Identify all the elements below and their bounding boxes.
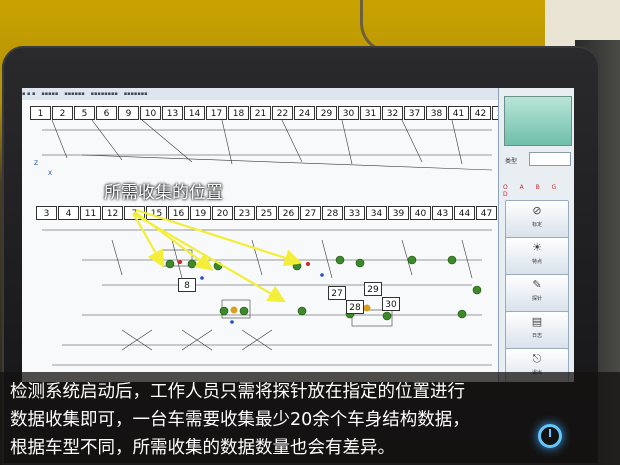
photo-scene: ▪ ▪ ▪ ▪▪▪▪▪ ▪▪▪▪▪▪ ▪▪▪▪▪▪▪▪ ▪▪▪▪▪▪▪ 1 2 5 6 9 10 1… [0,0,620,465]
caption-line-1: 检测系统启动后，工作人员只需将探针放在指定的位置进行 [10,382,465,402]
power-button-icon [538,424,562,448]
caption-overlay: 检测系统启动后，工作人员只需将探针放在指定的位置进行 数据收集即可，一台车需要收… [0,372,620,465]
caption-line-3: 根据车型不同，所需收集的数据数量也会有差异。 [10,438,395,458]
caption-line-2: 数据收集即可，一台车需要收集最少20余个车身结构数据， [10,410,470,430]
annotation-label: 所需收集的位置 [104,183,223,203]
